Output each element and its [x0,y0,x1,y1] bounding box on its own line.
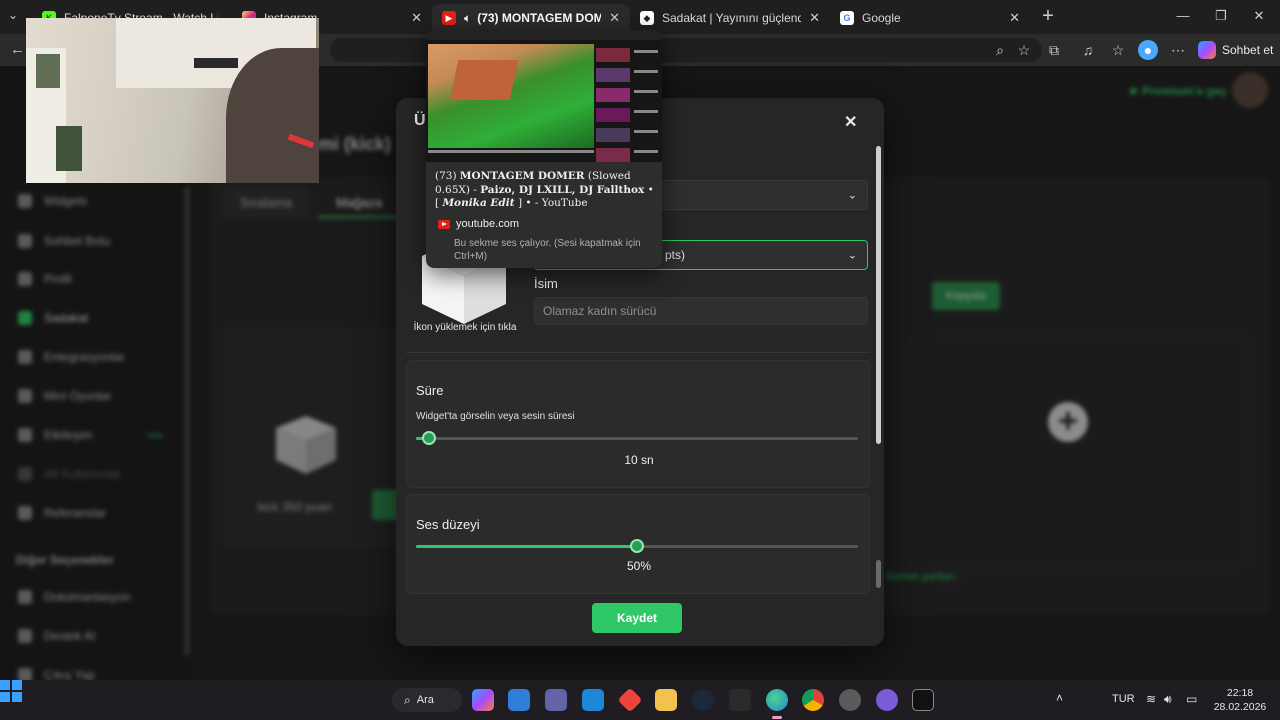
save-button[interactable]: Kaydet [592,603,682,633]
tab-hover-card: (73) MONTAGEM DOMER (Slowed 0.65X) - Pai… [426,30,662,268]
windows-start-icon[interactable] [0,680,22,702]
title-bold: MONTAGEM DOMER [459,170,585,182]
search-label: Ara [416,694,434,706]
close-icon[interactable]: ✕ [609,10,620,26]
new-tab-button[interactable]: + [1038,6,1058,27]
epic-games-icon[interactable] [729,689,751,711]
copilot-button[interactable]: Sohbet et [1198,38,1273,62]
modal-scrollbar-lower[interactable] [876,560,881,588]
vscode-icon[interactable] [582,689,604,711]
chevron-down-icon: ⌄ [847,249,857,262]
tab-title: Google [862,11,901,25]
tab-title: Sadakat | Yayınını güçlendirmek içi… [662,11,802,25]
title-end: ] • - YouTube [514,197,588,209]
chevron-down-icon: ⌄ [847,189,857,202]
speaker-icon[interactable]: 🔈︎ [464,11,471,26]
botrix-icon: ◆ [640,11,654,25]
chrome-icon[interactable] [802,689,824,711]
zoom-icon[interactable]: ⌕ [990,40,1010,60]
clock-time: 22:18 [1226,687,1254,699]
youtube-icon [438,219,450,229]
volume-card: Ses düzeyi 50% [406,494,870,594]
profile-icon[interactable]: ● [1138,40,1158,60]
tray-overflow-icon[interactable]: ˄ [1056,691,1063,705]
volume-slider-thumb[interactable] [630,539,644,553]
search-icon: ⌕ [404,692,411,707]
tab-google[interactable]: G Google ✕ [830,4,1030,32]
duration-slider-thumb[interactable] [422,431,437,445]
webcam-overlay [26,18,319,183]
more-menu-icon[interactable]: ⋯ [1168,40,1188,60]
input-language[interactable]: TUR [1112,693,1135,705]
anydesk-icon[interactable] [617,687,643,713]
chrome-profile-icon[interactable] [839,689,861,711]
edge-icon[interactable] [766,689,788,711]
icon-upload-label[interactable]: İkon yüklemek için tıkla [410,322,520,333]
steam-icon[interactable] [692,689,714,711]
title-edit: Monika Edit [442,197,515,209]
modal-scrollbar[interactable] [876,146,881,444]
volume-icon[interactable]: 🔊︎ [1164,692,1172,707]
tab-preview-thumbnail [426,30,662,162]
close-icon[interactable]: ✕ [411,10,422,26]
youtube-icon: ▶ [442,11,456,25]
duration-card: Süre Widget'ta görselin veya sesin süres… [406,360,870,488]
restore-button[interactable]: ❐ [1212,8,1230,24]
capcut-icon[interactable] [912,689,934,711]
favorite-star-icon[interactable]: ☆ [1014,40,1034,60]
tab-title: (73) MONTAGEM DOMER (Slo… [477,11,602,25]
tab-youtube-active[interactable]: ▶ 🔈︎ (73) MONTAGEM DOMER (Slo… ✕ [432,4,630,32]
active-app-indicator [772,716,782,719]
store-icon[interactable] [508,689,530,711]
battery-icon[interactable]: ▭ [1186,692,1197,706]
duration-title: Süre [416,383,444,398]
minimize-button[interactable]: — [1174,8,1192,23]
tab-hover-title: (73) MONTAGEM DOMER (Slowed 0.65X) - Pai… [435,170,657,211]
wifi-icon[interactable]: ≋ [1146,692,1156,706]
taskbar-clock[interactable]: 22:18 28.02.2026 [1208,686,1272,714]
volume-slider[interactable] [416,539,858,553]
name-input[interactable] [534,297,868,325]
tab-audio-note: Bu sekme ses çalıyor. (Sesi kapatmak içi… [454,238,641,262]
volume-title: Ses düzeyi [416,517,480,532]
media-player-icon[interactable] [876,689,898,711]
copilot-label: Sohbet et [1222,43,1274,57]
copilot-app-icon[interactable] [472,689,494,711]
media-control-icon[interactable]: ♫ [1078,40,1098,60]
extensions-icon[interactable]: ⧉ [1044,40,1064,60]
duration-slider[interactable] [416,431,858,445]
duration-value: 10 sn [624,453,654,467]
duration-subtitle: Widget'ta görselin veya sesin süresi [416,411,575,422]
volume-slider-fill [416,545,637,548]
back-arrow-icon[interactable]: ← [10,41,25,58]
domain-text: youtube.com [456,218,519,230]
close-window-button[interactable]: ✕ [1250,8,1268,24]
title-prefix: (73) [435,170,460,182]
tab-actions-menu[interactable]: ⌄ [8,8,26,26]
divider [406,352,870,353]
close-icon[interactable]: ✕ [1009,10,1020,26]
copilot-icon [1198,41,1216,59]
volume-value: 50% [626,559,652,573]
tab-hover-domain: youtube.com [438,218,519,230]
tab-sadakat[interactable]: ◆ Sadakat | Yayınını güçlendirmek içi… ✕ [630,4,830,32]
title-artists: Paizo, DJ LXILL, DJ Fallthox [480,183,645,196]
favorites-icon[interactable]: ☆ [1108,40,1128,60]
clock-date: 28.02.2026 [1213,701,1267,713]
teams-icon[interactable] [545,689,567,711]
name-label: İsim [534,276,558,291]
taskbar-search[interactable]: ⌕ Ara [392,688,462,712]
taskbar: ⌕ Ara ˄ TUR ≋ 🔊︎ ▭ 22:18 28.02.2026 [0,680,1280,720]
close-icon[interactable]: ✕ [844,112,857,132]
google-icon: G [840,11,854,25]
close-icon[interactable]: ✕ [809,10,820,26]
file-explorer-icon[interactable] [655,689,677,711]
